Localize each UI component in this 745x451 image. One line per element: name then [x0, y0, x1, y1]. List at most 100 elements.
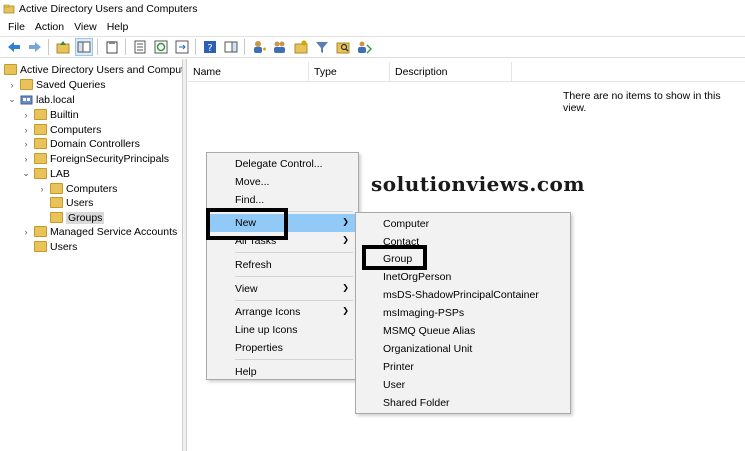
- back-arrow-icon[interactable]: [6, 39, 22, 55]
- column-header-description[interactable]: Description: [390, 62, 512, 82]
- menu-item-label: Arrange Icons: [235, 306, 301, 318]
- column-header-type[interactable]: Type: [309, 62, 390, 82]
- submenu-item-msmq-queue-alias[interactable]: MSMQ Queue Alias: [356, 322, 570, 340]
- menu-item-label: Find...: [235, 194, 265, 206]
- menu-item-delegate-control[interactable]: Delegate Control...: [207, 155, 358, 173]
- svg-text:?: ?: [207, 43, 212, 54]
- tree-item-computers[interactable]: › Computers: [21, 122, 102, 137]
- ou-folder-icon: [50, 197, 63, 208]
- new-user-icon[interactable]: [251, 39, 267, 55]
- chevron-right-icon[interactable]: ›: [21, 125, 31, 135]
- menu-separator: [235, 252, 353, 253]
- tree-item-label: Domain Controllers: [50, 137, 140, 150]
- chevron-right-icon[interactable]: ›: [21, 154, 31, 164]
- folder-icon: [34, 109, 47, 120]
- tree-item-label: Builtin: [50, 108, 79, 121]
- menu-item-move[interactable]: Move...: [207, 173, 358, 191]
- pane-splitter[interactable]: [183, 59, 187, 451]
- clipboard-icon[interactable]: [104, 39, 120, 55]
- toolbar: ?: [0, 36, 745, 58]
- submenu-item-inetorgperson[interactable]: InetOrgPerson: [356, 268, 570, 286]
- tree-item-builtin[interactable]: › Builtin: [21, 107, 79, 122]
- chevron-down-icon[interactable]: ⌄: [7, 94, 17, 105]
- tree-item-lab[interactable]: ⌄ LAB: [21, 166, 70, 181]
- menu-item-properties[interactable]: Properties: [207, 339, 358, 357]
- tree-item-lab-groups[interactable]: Groups: [50, 210, 105, 225]
- menu-item-label: Line up Icons: [235, 324, 298, 336]
- tree-root[interactable]: Active Directory Users and Computers: [4, 62, 182, 77]
- folder-icon: [34, 226, 47, 237]
- up-folder-icon[interactable]: [55, 39, 71, 55]
- refresh-icon[interactable]: [153, 39, 169, 55]
- new-ou-icon[interactable]: [293, 39, 309, 55]
- tree-item-lab-users[interactable]: Users: [50, 195, 93, 210]
- tree-item-managed-service-accounts[interactable]: › Managed Service Accounts: [21, 224, 178, 239]
- submenu-item-msds-shadowprincipalcontainer[interactable]: msDS-ShadowPrincipalContainer: [356, 286, 570, 304]
- tree-item-label: Users: [50, 240, 78, 253]
- chevron-right-icon[interactable]: ›: [21, 227, 31, 237]
- chevron-right-icon[interactable]: ›: [21, 110, 31, 120]
- toolbar-separator: [244, 39, 245, 55]
- tree-item-users[interactable]: Users: [34, 239, 77, 254]
- chevron-right-icon[interactable]: ›: [7, 80, 17, 90]
- tree-item-label: Computers: [66, 182, 118, 195]
- menu-help[interactable]: Help: [102, 21, 134, 33]
- menu-item-label: Shared Folder: [383, 397, 450, 409]
- menu-item-arrange-icons[interactable]: Arrange Icons ❯: [207, 303, 358, 321]
- tree-item-domain[interactable]: ⌄ lab.local: [7, 92, 75, 107]
- new-submenu: Computer Contact Group InetOrgPerson msD…: [355, 212, 571, 414]
- chevron-down-icon[interactable]: ⌄: [21, 168, 31, 179]
- tree-item-label: lab.local: [36, 93, 75, 106]
- submenu-item-organizational-unit[interactable]: Organizational Unit: [356, 340, 570, 358]
- new-group-icon[interactable]: [272, 39, 288, 55]
- title-bar: Active Directory Users and Computers: [0, 0, 745, 18]
- menu-item-label: InetOrgPerson: [383, 271, 452, 283]
- folder-icon: [34, 153, 47, 164]
- tree-item-label: Users: [66, 196, 94, 209]
- console-tree[interactable]: Active Directory Users and Computers › S…: [0, 59, 183, 451]
- add-to-group-icon[interactable]: [356, 39, 372, 55]
- submenu-item-computer[interactable]: Computer: [356, 215, 570, 233]
- tree-item-lab-computers[interactable]: › Computers: [37, 181, 118, 196]
- tree-item-foreign-security-principals[interactable]: › ForeignSecurityPrincipals: [21, 151, 170, 166]
- context-menu: Delegate Control... Move... Find... New …: [206, 152, 359, 380]
- submenu-item-user[interactable]: User: [356, 376, 570, 394]
- menu-file[interactable]: File: [3, 21, 30, 33]
- menu-bar: File Action View Help: [0, 18, 745, 35]
- menu-item-line-up-icons[interactable]: Line up Icons: [207, 321, 358, 339]
- menu-item-help[interactable]: Help: [207, 363, 358, 381]
- menu-item-refresh[interactable]: Refresh: [207, 256, 358, 274]
- submenu-item-printer[interactable]: Printer: [356, 358, 570, 376]
- submenu-item-shared-folder[interactable]: Shared Folder: [356, 394, 570, 412]
- menu-item-label: Help: [235, 366, 257, 378]
- menu-item-find[interactable]: Find...: [207, 191, 358, 209]
- forward-arrow-icon[interactable]: [27, 39, 43, 55]
- menu-item-view[interactable]: View ❯: [207, 280, 358, 298]
- filter-icon[interactable]: [314, 39, 330, 55]
- submenu-item-msimaging-psps[interactable]: msImaging-PSPs: [356, 304, 570, 322]
- show-console-tree-icon[interactable]: [74, 38, 93, 56]
- menu-action[interactable]: Action: [30, 21, 69, 33]
- properties-icon[interactable]: [132, 39, 148, 55]
- chevron-right-icon[interactable]: ›: [37, 184, 47, 194]
- ad-root-icon: [4, 64, 17, 75]
- menu-item-label: Refresh: [235, 259, 272, 271]
- find-icon[interactable]: [335, 39, 351, 55]
- tree-item-saved-queries[interactable]: › Saved Queries: [7, 77, 106, 92]
- chevron-right-icon[interactable]: ›: [21, 139, 31, 149]
- tree-item-label: Managed Service Accounts: [50, 225, 178, 238]
- action-pane-icon[interactable]: [223, 39, 239, 55]
- menu-view[interactable]: View: [69, 21, 102, 33]
- tree-item-label: Groups: [66, 211, 105, 224]
- menu-item-label: Move...: [235, 176, 270, 188]
- export-list-icon[interactable]: [174, 39, 190, 55]
- menu-item-label: msDS-ShadowPrincipalContainer: [383, 289, 539, 301]
- toolbar-separator: [195, 39, 196, 55]
- help-icon[interactable]: ?: [202, 39, 218, 55]
- tree-item-domain-controllers[interactable]: › Domain Controllers: [21, 136, 140, 151]
- column-header-name[interactable]: Name: [188, 62, 309, 82]
- menu-item-label: View: [235, 283, 258, 295]
- submenu-arrow-icon: ❯: [342, 217, 349, 226]
- folder-icon: [34, 124, 47, 135]
- menu-separator: [235, 276, 353, 277]
